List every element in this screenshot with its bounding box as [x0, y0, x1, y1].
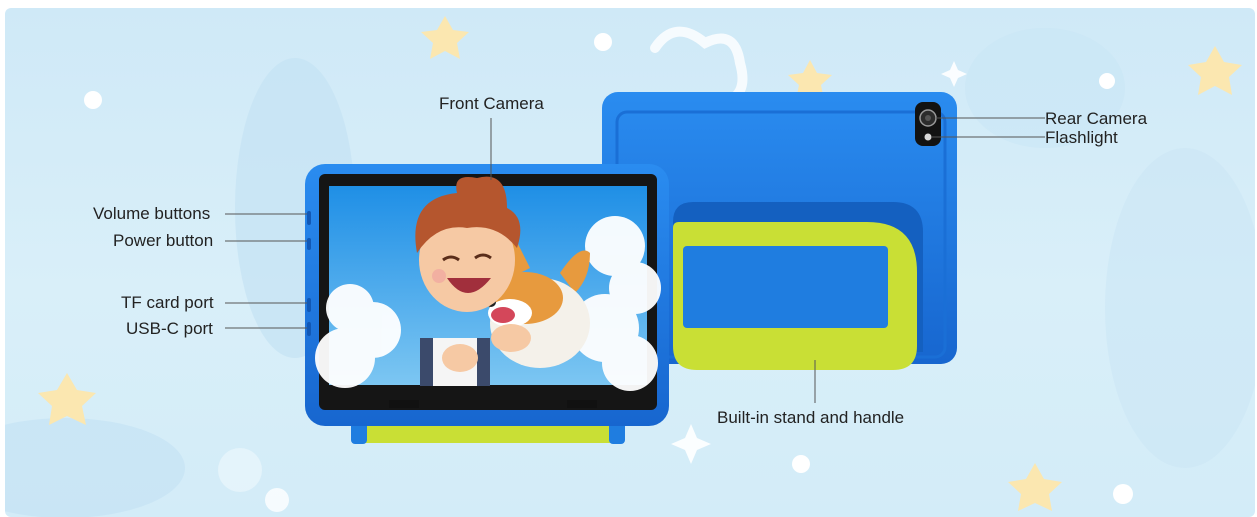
volume-buttons: [307, 211, 311, 225]
star-icon: [38, 373, 96, 425]
stand-handle-label: Built-in stand and handle: [717, 408, 905, 427]
star-icon: [1188, 46, 1242, 95]
power-button-label: Power button: [113, 231, 214, 250]
product-banner: Front Camera Volume buttons Power button…: [5, 8, 1255, 517]
volume-buttons-label: Volume buttons: [93, 204, 211, 223]
usb-c-port: [307, 322, 311, 336]
tf-card-port: [307, 298, 311, 312]
flashlight-led: [924, 133, 932, 141]
power-button: [307, 238, 311, 250]
tablet-front-view: [305, 164, 669, 444]
usb-c-port-label: USB-C port: [126, 319, 213, 338]
tf-card-port-label: TF card port: [121, 293, 214, 312]
star-icon: [421, 16, 469, 59]
star-icon: [1008, 463, 1062, 511]
banner-illustration: [5, 16, 1255, 517]
front-camera-label: Front Camera: [439, 94, 544, 113]
rear-camera-label: Rear Camera: [1045, 109, 1148, 128]
flashlight-label: Flashlight: [1045, 128, 1118, 147]
